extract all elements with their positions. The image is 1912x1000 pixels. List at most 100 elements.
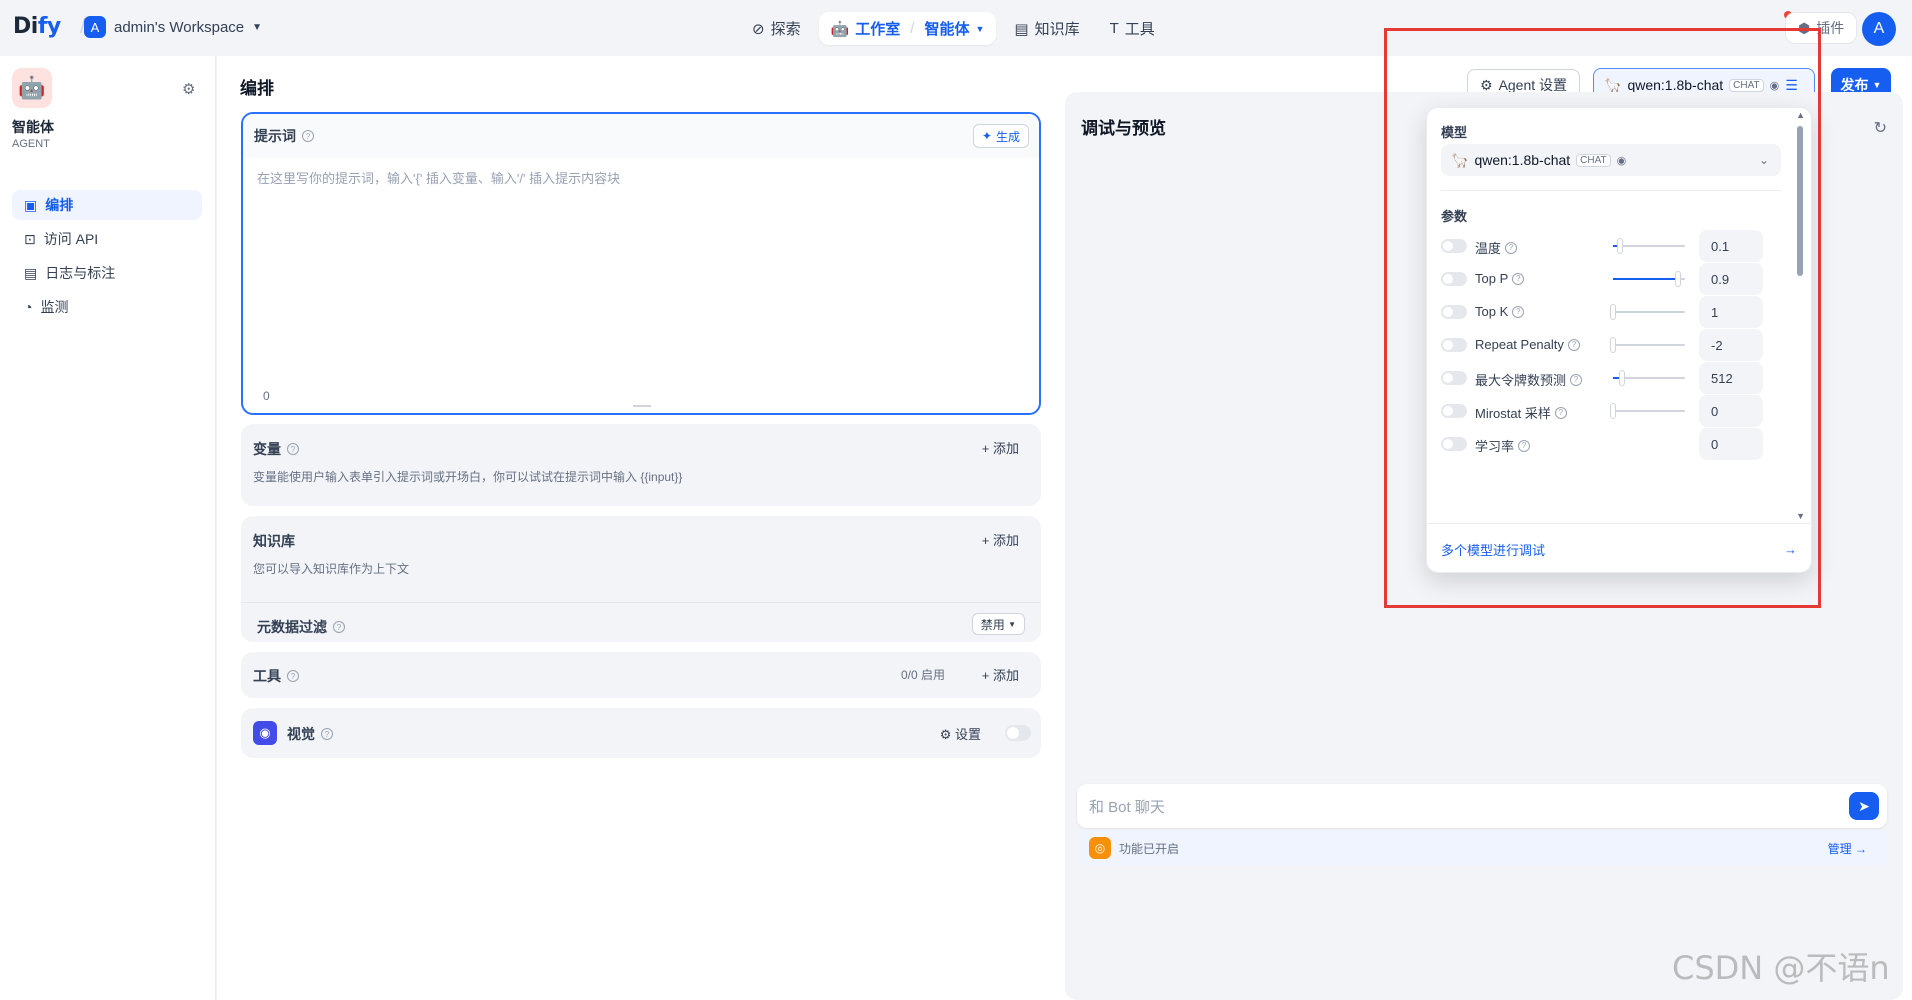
param-toggle[interactable] [1441, 371, 1467, 385]
param-row: 学习率? 0 [1441, 428, 1781, 460]
nav-knowledge[interactable]: ▤ 知识库 [1002, 12, 1091, 45]
slider-thumb[interactable] [1610, 304, 1616, 320]
model-label: 模型 [1441, 125, 1468, 140]
knowledge-card: 知识库 + 添加 您可以导入知识库作为上下文 元数据过滤? 禁用 ▼ [241, 516, 1041, 642]
app-name: 智能体 [12, 119, 54, 135]
model-select[interactable]: 🦙 qwen:1.8b-chat CHAT ◉ ⌄ [1441, 144, 1781, 176]
param-slider[interactable] [1610, 304, 1685, 320]
param-name: 学习率 [1475, 439, 1515, 454]
plugin-button[interactable]: ⬢ 插件 [1785, 12, 1858, 44]
eye-icon: ◉ [1769, 79, 1780, 92]
prompt-input[interactable]: 在这里写你的提示词，输入'{' 插入变量、输入'/' 插入提示内容块 [243, 158, 1039, 197]
variables-desc: 变量能使用户输入表单引入提示词或开场白，你可以试试在提示词中输入 {{input… [253, 470, 683, 484]
param-toggle[interactable] [1441, 437, 1467, 451]
chevron-down-icon: ▼ [252, 21, 263, 33]
help-icon[interactable]: ? [287, 443, 299, 455]
manage-features-button[interactable]: 管理 → [1828, 840, 1867, 857]
metadata-filter-select[interactable]: 禁用 ▼ [971, 613, 1025, 635]
param-row: 温度? 0.1 [1441, 230, 1781, 262]
nav-explore[interactable]: ⊘ 探索 [740, 12, 813, 45]
chat-input[interactable]: 和 Bot 聊天 ➤ [1077, 784, 1887, 828]
slider-thumb[interactable] [1617, 238, 1624, 254]
variables-card: 变量? + 添加 变量能使用户输入表单引入提示词或开场白，你可以试试在提示词中输… [241, 424, 1041, 506]
help-icon[interactable]: ? [1518, 439, 1531, 452]
knowledge-title: 知识库 [253, 533, 295, 549]
sidebar-item-api[interactable]: ⊡ 访问 API [12, 224, 202, 254]
help-icon[interactable]: ? [1554, 406, 1567, 419]
help-icon[interactable]: ? [302, 130, 314, 142]
param-value-input[interactable]: 1 [1699, 296, 1763, 328]
slider-thumb[interactable] [1610, 403, 1616, 419]
watermark: CSDN @不语n [1672, 949, 1890, 987]
param-value-input[interactable]: -2 [1699, 329, 1763, 361]
help-icon[interactable]: ? [1505, 241, 1518, 254]
help-icon[interactable]: ? [321, 728, 333, 740]
param-value-input[interactable]: 512 [1699, 362, 1763, 394]
param-row: Top K? 1 [1441, 296, 1781, 328]
param-value-input[interactable]: 0 [1699, 428, 1763, 460]
vision-toggle[interactable] [1005, 725, 1031, 741]
compass-icon: ⊘ [752, 20, 765, 38]
help-icon[interactable]: ? [333, 621, 345, 633]
param-toggle[interactable] [1441, 272, 1467, 286]
slider-thumb[interactable] [1618, 370, 1625, 386]
multi-model-debug-button[interactable]: 多个模型进行调试 → [1427, 523, 1811, 572]
scroll-down-icon[interactable]: ▼ [1796, 511, 1805, 521]
scrollbar[interactable] [1797, 126, 1803, 276]
nav-tools[interactable]: T 工具 [1098, 12, 1167, 45]
terminal-icon: ⊡ [24, 230, 36, 247]
param-value-input[interactable]: 0.1 [1699, 230, 1763, 262]
features-icon: ◎ [1089, 837, 1111, 859]
book-icon: ▤ [1014, 20, 1029, 38]
sidebar-item-orchestrate[interactable]: ▣ 编排 [12, 190, 202, 220]
send-button[interactable]: ➤ [1849, 792, 1879, 820]
refresh-icon[interactable]: ↻ [1874, 118, 1887, 138]
nav-agent[interactable]: 智能体 [924, 18, 969, 39]
sidebar-item-logs[interactable]: ▤ 日志与标注 [12, 258, 202, 288]
debug-title: 调试与预览 [1081, 119, 1166, 138]
sliders-icon: ☰ [1785, 76, 1798, 93]
sidebar-item-monitor[interactable]: ◔ 监测 [12, 292, 202, 322]
help-icon[interactable]: ? [1512, 305, 1525, 318]
slider-thumb[interactable] [1610, 337, 1616, 353]
workspace-selector[interactable]: A admin's Workspace ▼ [84, 16, 262, 38]
scroll-up-icon[interactable]: ▲ [1796, 110, 1805, 120]
dify-logo[interactable]: Dify [13, 14, 61, 39]
param-toggle[interactable] [1441, 305, 1467, 319]
param-toggle[interactable] [1441, 239, 1467, 253]
add-knowledge-button[interactable]: + 添加 [982, 530, 1019, 549]
help-icon[interactable]: ? [1570, 373, 1583, 386]
param-toggle[interactable] [1441, 338, 1467, 352]
workspace-avatar: A [84, 16, 106, 38]
param-slider[interactable] [1613, 238, 1685, 254]
sliders-icon[interactable]: ⚙ [182, 80, 195, 98]
add-variable-button[interactable]: + 添加 [982, 438, 1019, 457]
vision-settings-button[interactable]: ⚙ 设置 [940, 724, 981, 743]
app-type: AGENT [12, 138, 50, 150]
nav-studio[interactable]: 🤖 工作室 / 智能体 ▼ [818, 12, 997, 45]
sidebar: 🤖 ⚙ 智能体 AGENT ▣ 编排 ⊡ 访问 API ▤ 日志与标注 ◔ 监测 [0, 56, 216, 1000]
param-slider[interactable] [1610, 337, 1685, 353]
hammer-icon: T [1109, 20, 1119, 37]
param-slider[interactable] [1613, 370, 1685, 386]
param-name: 温度 [1475, 241, 1502, 256]
help-icon[interactable]: ? [1567, 338, 1580, 351]
param-slider[interactable] [1610, 403, 1685, 419]
help-icon[interactable]: ? [287, 670, 299, 682]
param-row: Mirostat 采样? 0 [1441, 395, 1781, 427]
param-value-input[interactable]: 0.9 [1699, 263, 1763, 295]
sparkle-icon: ✦ [981, 129, 992, 143]
generate-button[interactable]: ✦ 生成 [972, 124, 1029, 148]
tools-card: 工具? 0/0 启用 + 添加 [241, 652, 1041, 698]
user-avatar[interactable]: A [1862, 12, 1896, 46]
help-icon[interactable]: ? [1512, 272, 1525, 285]
param-value-input[interactable]: 0 [1699, 395, 1763, 427]
resize-handle[interactable] [633, 405, 651, 407]
vision-card: ◉ 视觉? ⚙ 设置 [241, 708, 1041, 758]
param-slider[interactable] [1613, 271, 1685, 287]
param-toggle[interactable] [1441, 404, 1467, 418]
features-label: 功能已开启 [1119, 841, 1180, 856]
chevron-down-icon: ▼ [1008, 619, 1016, 629]
add-tool-button[interactable]: + 添加 [982, 665, 1019, 684]
slider-thumb[interactable] [1674, 271, 1681, 287]
